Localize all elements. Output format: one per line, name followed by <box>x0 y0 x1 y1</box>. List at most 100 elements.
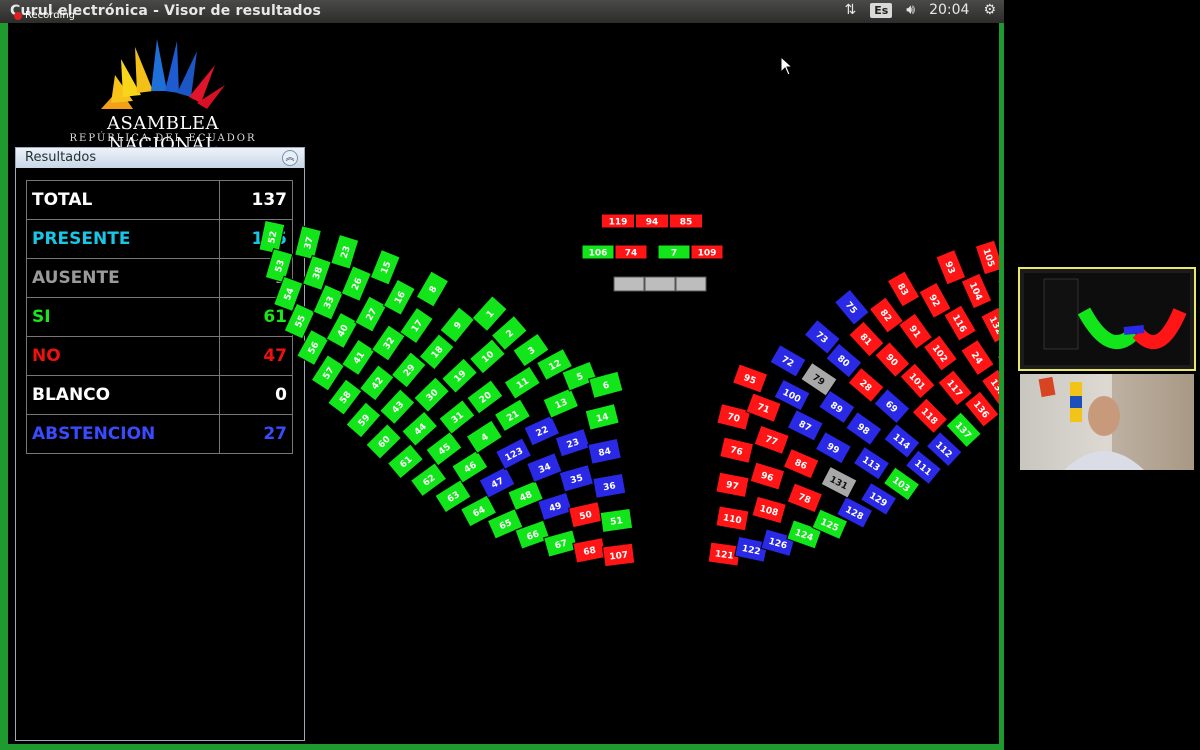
seat-68[interactable]: 68 <box>572 537 607 564</box>
seat-44[interactable]: 44 <box>401 410 439 447</box>
mouse-pointer-icon <box>780 56 794 76</box>
seat-87[interactable]: 87 <box>786 409 824 442</box>
seat-23[interactable]: 23 <box>330 233 360 270</box>
seat-9[interactable]: 9 <box>439 306 476 344</box>
seat-95[interactable]: 95 <box>731 363 769 394</box>
seat-21[interactable]: 21 <box>493 398 532 433</box>
seat-number: 94 <box>646 218 659 228</box>
seat-22[interactable]: 22 <box>523 414 561 447</box>
seat-30[interactable]: 30 <box>413 376 451 413</box>
app-window: Curul electrónica - Visor de resultados … <box>0 0 1004 750</box>
seat-70[interactable]: 70 <box>716 402 752 431</box>
seat-99[interactable]: 99 <box>814 431 853 465</box>
seat-104[interactable]: 104 <box>960 272 993 310</box>
seat-114[interactable]: 114 <box>883 423 921 459</box>
chamber-seat-map: 119 94 85106 74 7 109525354555657585960616263… <box>258 213 999 568</box>
seat-45[interactable]: 45 <box>425 431 463 467</box>
seat-105[interactable]: 105 <box>974 239 999 276</box>
volume-icon[interactable]: 🔊︎ <box>906 2 915 18</box>
seat-85[interactable]: 85 <box>669 213 703 229</box>
seat-49[interactable]: 49 <box>537 491 574 522</box>
seat-97[interactable]: 97 <box>715 471 750 499</box>
seat-98[interactable]: 98 <box>845 410 883 447</box>
seat-123[interactable]: 123 <box>495 437 533 471</box>
seat-60[interactable]: 60 <box>365 423 403 460</box>
seat-8[interactable]: 8 <box>415 270 450 308</box>
seat-43[interactable]: 43 <box>379 388 416 426</box>
seat-50[interactable]: 50 <box>567 501 603 529</box>
seat-77[interactable]: 77 <box>753 424 790 455</box>
seat-number: 7 <box>671 249 677 259</box>
seat-20[interactable]: 20 <box>466 379 504 415</box>
seat-83[interactable]: 83 <box>886 270 921 308</box>
seat-36[interactable]: 36 <box>592 472 627 499</box>
seat-69[interactable]: 69 <box>873 388 911 425</box>
participant-video[interactable] <box>1020 374 1194 470</box>
recording-indicator: Recording <box>14 10 75 21</box>
seat-108[interactable]: 108 <box>751 495 787 525</box>
thumbnail-preview <box>1024 273 1190 365</box>
seat-34[interactable]: 34 <box>526 452 563 484</box>
seat-number: 109 <box>698 249 717 259</box>
recording-label: Recording <box>25 10 76 21</box>
seat-131[interactable]: 131 <box>820 465 858 499</box>
clock[interactable]: 20:04 <box>929 2 969 18</box>
seat-32[interactable]: 32 <box>370 324 406 362</box>
seat-7[interactable]: 7 <box>657 244 691 260</box>
seat-14[interactable]: 14 <box>584 402 620 431</box>
seat-31[interactable]: 31 <box>438 399 476 435</box>
network-transfer-icon[interactable]: ⇅ <box>844 2 856 18</box>
seat-106[interactable]: 106 <box>581 244 615 260</box>
seat-52[interactable]: 52 <box>258 219 286 255</box>
seat-11[interactable]: 11 <box>503 365 541 400</box>
language-indicator[interactable]: Es <box>870 2 893 18</box>
seat-4[interactable]: 4 <box>465 419 504 454</box>
seat-number: 51 <box>610 516 624 528</box>
seat-116[interactable]: 116 <box>943 304 977 342</box>
seat-132[interactable]: 132 <box>980 306 999 344</box>
seat-15[interactable]: 15 <box>369 248 401 286</box>
seat-61[interactable]: 61 <box>386 443 425 480</box>
seat-13[interactable]: 13 <box>542 387 580 419</box>
power-gear-icon[interactable]: ⚙ <box>983 2 996 18</box>
seat-93[interactable]: 93 <box>935 248 967 286</box>
seat-76[interactable]: 76 <box>719 436 755 464</box>
seat-26[interactable]: 26 <box>340 265 372 302</box>
seat-24[interactable]: 24 <box>960 338 995 377</box>
seat-37[interactable]: 37 <box>294 225 322 261</box>
seat-17[interactable]: 17 <box>399 306 434 345</box>
title-bar: Curul electrónica - Visor de resultados … <box>0 0 1004 23</box>
seat-96[interactable]: 96 <box>749 461 786 491</box>
seat-59[interactable]: 59 <box>345 401 382 439</box>
seat-86[interactable]: 86 <box>782 447 820 480</box>
seat-107[interactable]: 107 <box>601 542 636 568</box>
system-tray: ⇅ Es 🔊︎ 20:04 ⚙ <box>844 2 996 18</box>
seat-number: 119 <box>609 218 628 228</box>
seat-82[interactable]: 82 <box>868 296 905 334</box>
screen-share-thumbnail[interactable] <box>1018 267 1196 371</box>
record-dot-icon <box>14 11 22 20</box>
viewer-screen: ASAMBLEA NACIONAL REPÚBLICA DEL ECUADOR … <box>8 23 999 744</box>
seat-78[interactable]: 78 <box>786 482 824 514</box>
seat-51[interactable]: 51 <box>599 507 634 533</box>
seat-74[interactable]: 74 <box>614 244 648 260</box>
seat-75[interactable]: 75 <box>833 288 870 326</box>
seat-number: 85 <box>680 218 693 228</box>
seat-84[interactable]: 84 <box>587 437 622 465</box>
seat-119[interactable]: 119 <box>601 213 635 229</box>
seat-72[interactable]: 72 <box>769 344 807 378</box>
seat-35[interactable]: 35 <box>558 464 595 493</box>
seat-23[interactable]: 23 <box>554 427 591 458</box>
seat-42[interactable]: 42 <box>358 364 395 402</box>
seat-94[interactable]: 94 <box>635 213 669 229</box>
seat-115[interactable]: 115 <box>996 272 999 310</box>
seat-41[interactable]: 41 <box>341 338 376 377</box>
seat-110[interactable]: 110 <box>715 505 750 532</box>
seat-113[interactable]: 113 <box>852 445 891 481</box>
seat-92[interactable]: 92 <box>918 281 952 319</box>
seat-118[interactable]: 118 <box>911 397 949 435</box>
seat-109[interactable]: 109 <box>690 244 724 260</box>
seat-number: 106 <box>589 249 608 259</box>
seat-117[interactable]: 117 <box>937 369 974 407</box>
seat-19[interactable]: 19 <box>441 357 479 394</box>
